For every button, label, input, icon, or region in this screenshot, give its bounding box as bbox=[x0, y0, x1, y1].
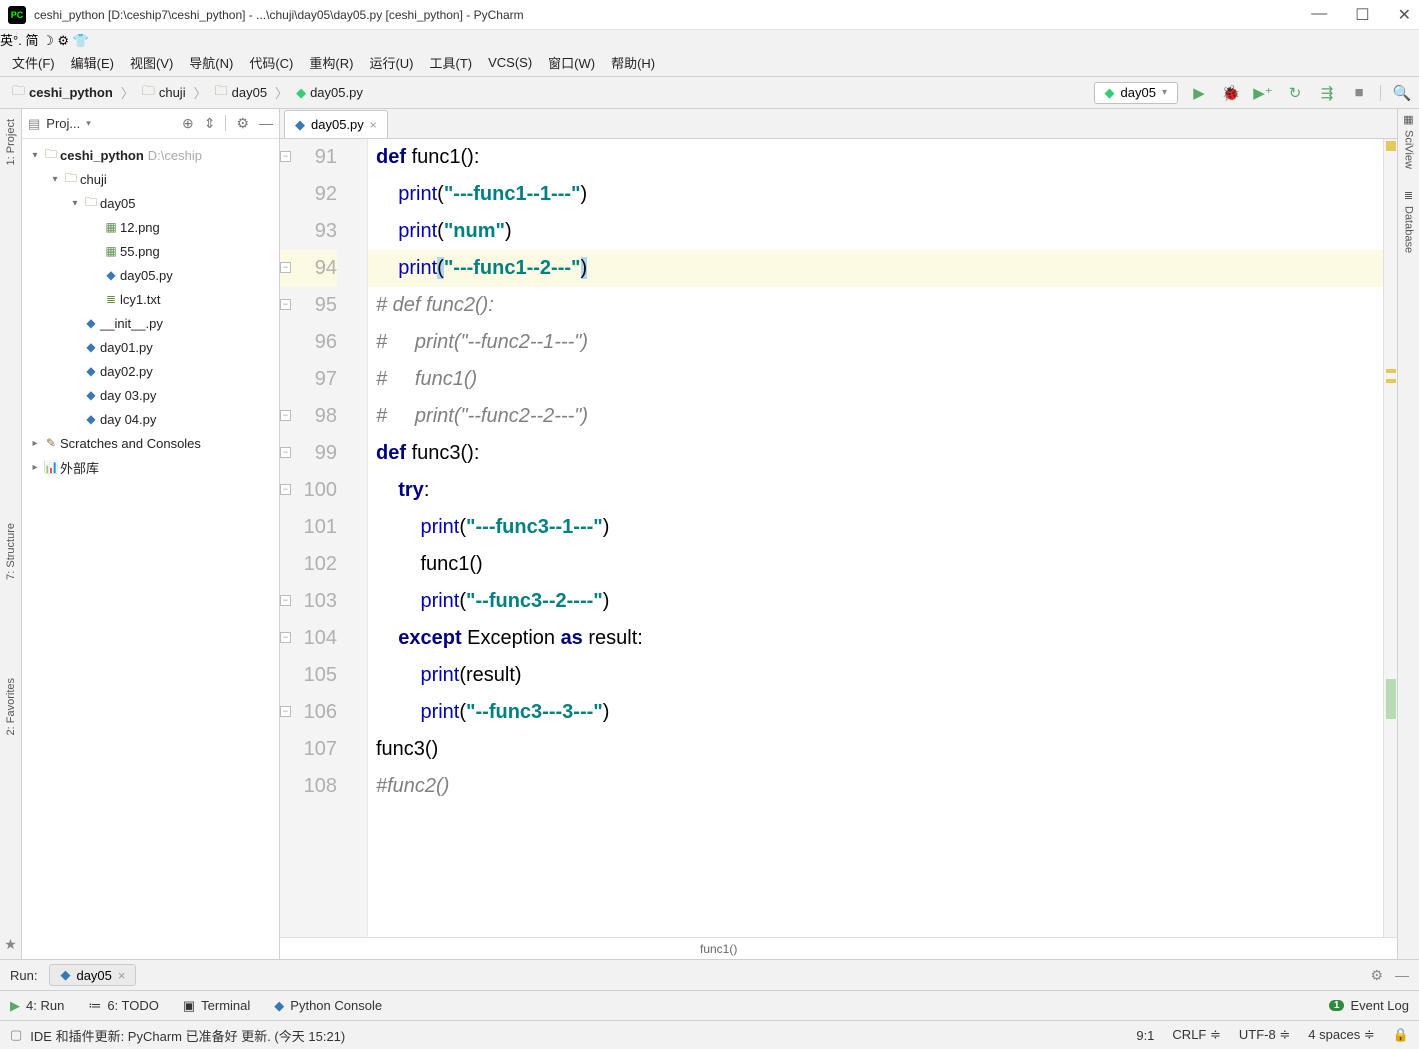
left-tool-strip: 1: Project 7: Structure 2: Favorites ★ bbox=[0, 109, 22, 959]
hide-icon[interactable]: — bbox=[259, 115, 273, 132]
tree-item[interactable]: ▦55.png bbox=[22, 239, 279, 263]
tab-favorites[interactable]: 2: Favorites bbox=[5, 674, 17, 739]
gear-icon[interactable]: ⚙ bbox=[57, 33, 69, 48]
ime-mode: 简 bbox=[25, 33, 38, 48]
tree-item[interactable]: ◆day 03.py bbox=[22, 383, 279, 407]
line-ending[interactable]: CRLF ≑ bbox=[1172, 1027, 1220, 1043]
bottom-console[interactable]: ◆Python Console bbox=[274, 998, 382, 1014]
tree-item[interactable]: ◆day02.py bbox=[22, 359, 279, 383]
menu-view[interactable]: 视图(V) bbox=[124, 51, 179, 74]
tree-item[interactable]: ▾🗀day05 bbox=[22, 191, 279, 215]
close-button[interactable]: ✕ bbox=[1398, 5, 1411, 25]
bottom-todo[interactable]: ≔6: TODO bbox=[88, 998, 159, 1014]
nav-bar: 🗀ceshi_python〉🗀chuji〉🗀day05〉◆day05.py ◆ … bbox=[0, 77, 1419, 109]
run-button[interactable]: ▶ bbox=[1188, 82, 1210, 104]
bottom-tool-bar: ▶4: Run ≔6: TODO ▣Terminal ◆Python Conso… bbox=[0, 991, 1419, 1021]
editor-tab-label: day05.py bbox=[311, 117, 364, 132]
run-tool-header: Run: ◆ day05 × ⚙ — bbox=[0, 959, 1419, 991]
debug-button[interactable]: 🐞 bbox=[1220, 82, 1242, 104]
attach-button[interactable]: ⇶ bbox=[1316, 82, 1338, 104]
moon-icon: ☽ bbox=[42, 33, 54, 48]
ime-lang: 英 bbox=[0, 33, 13, 48]
coverage-button[interactable]: ▶⁺ bbox=[1252, 82, 1274, 104]
tree-item[interactable]: ◆day 04.py bbox=[22, 407, 279, 431]
menu-tools[interactable]: 工具(T) bbox=[423, 51, 478, 74]
breadcrumb-item[interactable]: 🗀day05 bbox=[209, 80, 273, 106]
project-panel-title: Proj... bbox=[46, 116, 80, 131]
run-label: Run: bbox=[10, 968, 37, 983]
chevron-down-icon: ▾ bbox=[1162, 87, 1167, 98]
close-tab-icon[interactable]: × bbox=[370, 118, 377, 132]
ime-pill[interactable]: 英°. 简 ☽ ⚙ 👕 bbox=[0, 30, 1419, 49]
tree-item[interactable]: ▾🗀ceshi_pythonD:\ceship bbox=[22, 143, 279, 167]
window-title: ceshi_python [D:\ceship7\ceshi_python] -… bbox=[34, 8, 1311, 22]
status-icon[interactable]: ▢ bbox=[10, 1027, 22, 1043]
run-tab-label: day05 bbox=[76, 968, 111, 983]
breadcrumb-item[interactable]: 🗀ceshi_python bbox=[6, 80, 119, 106]
close-run-tab-icon[interactable]: × bbox=[118, 968, 126, 983]
profile-button[interactable]: ↻ bbox=[1284, 82, 1306, 104]
error-stripe[interactable] bbox=[1383, 139, 1397, 937]
maximize-button[interactable]: ☐ bbox=[1355, 5, 1369, 25]
editor-breadcrumb[interactable]: func1() bbox=[280, 937, 1397, 959]
tree-item[interactable]: ▸📊外部库 bbox=[22, 455, 279, 479]
app-icon: PC bbox=[8, 6, 26, 24]
memory-indicator-icon[interactable]: 🔒 bbox=[1393, 1027, 1409, 1043]
editor-tab[interactable]: ◆ day05.py × bbox=[284, 110, 388, 138]
project-tree[interactable]: ▾🗀ceshi_pythonD:\ceship▾🗀chuji▾🗀day05▦12… bbox=[22, 139, 279, 959]
tree-item[interactable]: ▸✎Scratches and Consoles bbox=[22, 431, 279, 455]
menu-file[interactable]: 文件(F) bbox=[6, 51, 61, 74]
editor-crumb-label: func1() bbox=[700, 942, 737, 956]
collapse-icon[interactable]: ⇕ bbox=[204, 115, 216, 132]
event-count-badge: 1 bbox=[1329, 1000, 1345, 1011]
menu-bar: 文件(F) 编辑(E) 视图(V) 导航(N) 代码(C) 重构(R) 运行(U… bbox=[0, 49, 1419, 77]
tree-item[interactable]: ◆day05.py bbox=[22, 263, 279, 287]
bookmark-icon[interactable]: ★ bbox=[4, 936, 17, 953]
menu-run[interactable]: 运行(U) bbox=[363, 51, 419, 74]
menu-navigate[interactable]: 导航(N) bbox=[183, 51, 239, 74]
breadcrumb-item[interactable]: 🗀chuji bbox=[136, 80, 192, 106]
menu-vcs[interactable]: VCS(S) bbox=[482, 53, 538, 72]
tab-project[interactable]: 1: Project bbox=[5, 115, 17, 169]
run-config-name: day05 bbox=[1121, 85, 1156, 100]
tab-database[interactable]: Database bbox=[1403, 202, 1415, 257]
tree-item[interactable]: ▦12.png bbox=[22, 215, 279, 239]
bottom-eventlog[interactable]: Event Log bbox=[1350, 998, 1409, 1013]
settings-icon[interactable]: ⚙ bbox=[236, 115, 249, 132]
code-editor[interactable]: 91−929394−95−969798−99−100−101102103−104… bbox=[280, 139, 1397, 937]
project-panel: ▤ Proj... ▾ ⊕ ⇕ ⚙ — ▾🗀ceshi_pythonD:\ces… bbox=[22, 109, 280, 959]
right-tool-strip: ▦ SciView ≣ Database bbox=[1397, 109, 1419, 959]
run-config-selector[interactable]: ◆ day05 ▾ bbox=[1094, 82, 1178, 104]
menu-window[interactable]: 窗口(W) bbox=[542, 51, 601, 74]
tree-item[interactable]: ≣lcy1.txt bbox=[22, 287, 279, 311]
file-encoding[interactable]: UTF-8 ≑ bbox=[1239, 1027, 1290, 1043]
menu-code[interactable]: 代码(C) bbox=[243, 51, 299, 74]
title-bar: PC ceshi_python [D:\ceship7\ceshi_python… bbox=[0, 0, 1419, 30]
tree-item[interactable]: ◆day01.py bbox=[22, 335, 279, 359]
tree-item[interactable]: ◆__init__.py bbox=[22, 311, 279, 335]
status-message[interactable]: IDE 和插件更新: PyCharm 已准备好 更新. (今天 15:21) bbox=[30, 1026, 345, 1045]
minimize-button[interactable]: — bbox=[1311, 5, 1327, 25]
tab-structure[interactable]: 7: Structure bbox=[5, 519, 17, 584]
gutter[interactable]: 91−929394−95−969798−99−100−101102103−104… bbox=[280, 139, 368, 937]
breadcrumb-item[interactable]: ◆day05.py bbox=[290, 83, 369, 103]
menu-help[interactable]: 帮助(H) bbox=[605, 51, 661, 74]
search-everywhere-button[interactable]: 🔍 bbox=[1391, 82, 1413, 104]
indent-setting[interactable]: 4 spaces ≑ bbox=[1308, 1027, 1375, 1043]
run-settings-icon[interactable]: ⚙ bbox=[1370, 967, 1383, 984]
run-tab[interactable]: ◆ day05 × bbox=[49, 964, 136, 986]
menu-edit[interactable]: 编辑(E) bbox=[65, 51, 120, 74]
shirt-icon[interactable]: 👕 bbox=[73, 33, 89, 48]
status-bar: ▢ IDE 和插件更新: PyCharm 已准备好 更新. (今天 15:21)… bbox=[0, 1021, 1419, 1049]
menu-refactor[interactable]: 重构(R) bbox=[303, 51, 359, 74]
bottom-run[interactable]: ▶4: Run bbox=[10, 998, 64, 1014]
stop-button[interactable]: ■ bbox=[1348, 82, 1370, 104]
run-hide-icon[interactable]: — bbox=[1395, 967, 1409, 984]
tree-item[interactable]: ▾🗀chuji bbox=[22, 167, 279, 191]
tab-sciview[interactable]: SciView bbox=[1403, 126, 1415, 173]
editor-tabbar: ◆ day05.py × bbox=[280, 109, 1397, 139]
code-area[interactable]: def func1(): print("---func1--1---") pri… bbox=[368, 139, 1383, 937]
bottom-terminal[interactable]: ▣Terminal bbox=[183, 998, 250, 1014]
locate-icon[interactable]: ⊕ bbox=[182, 115, 194, 132]
